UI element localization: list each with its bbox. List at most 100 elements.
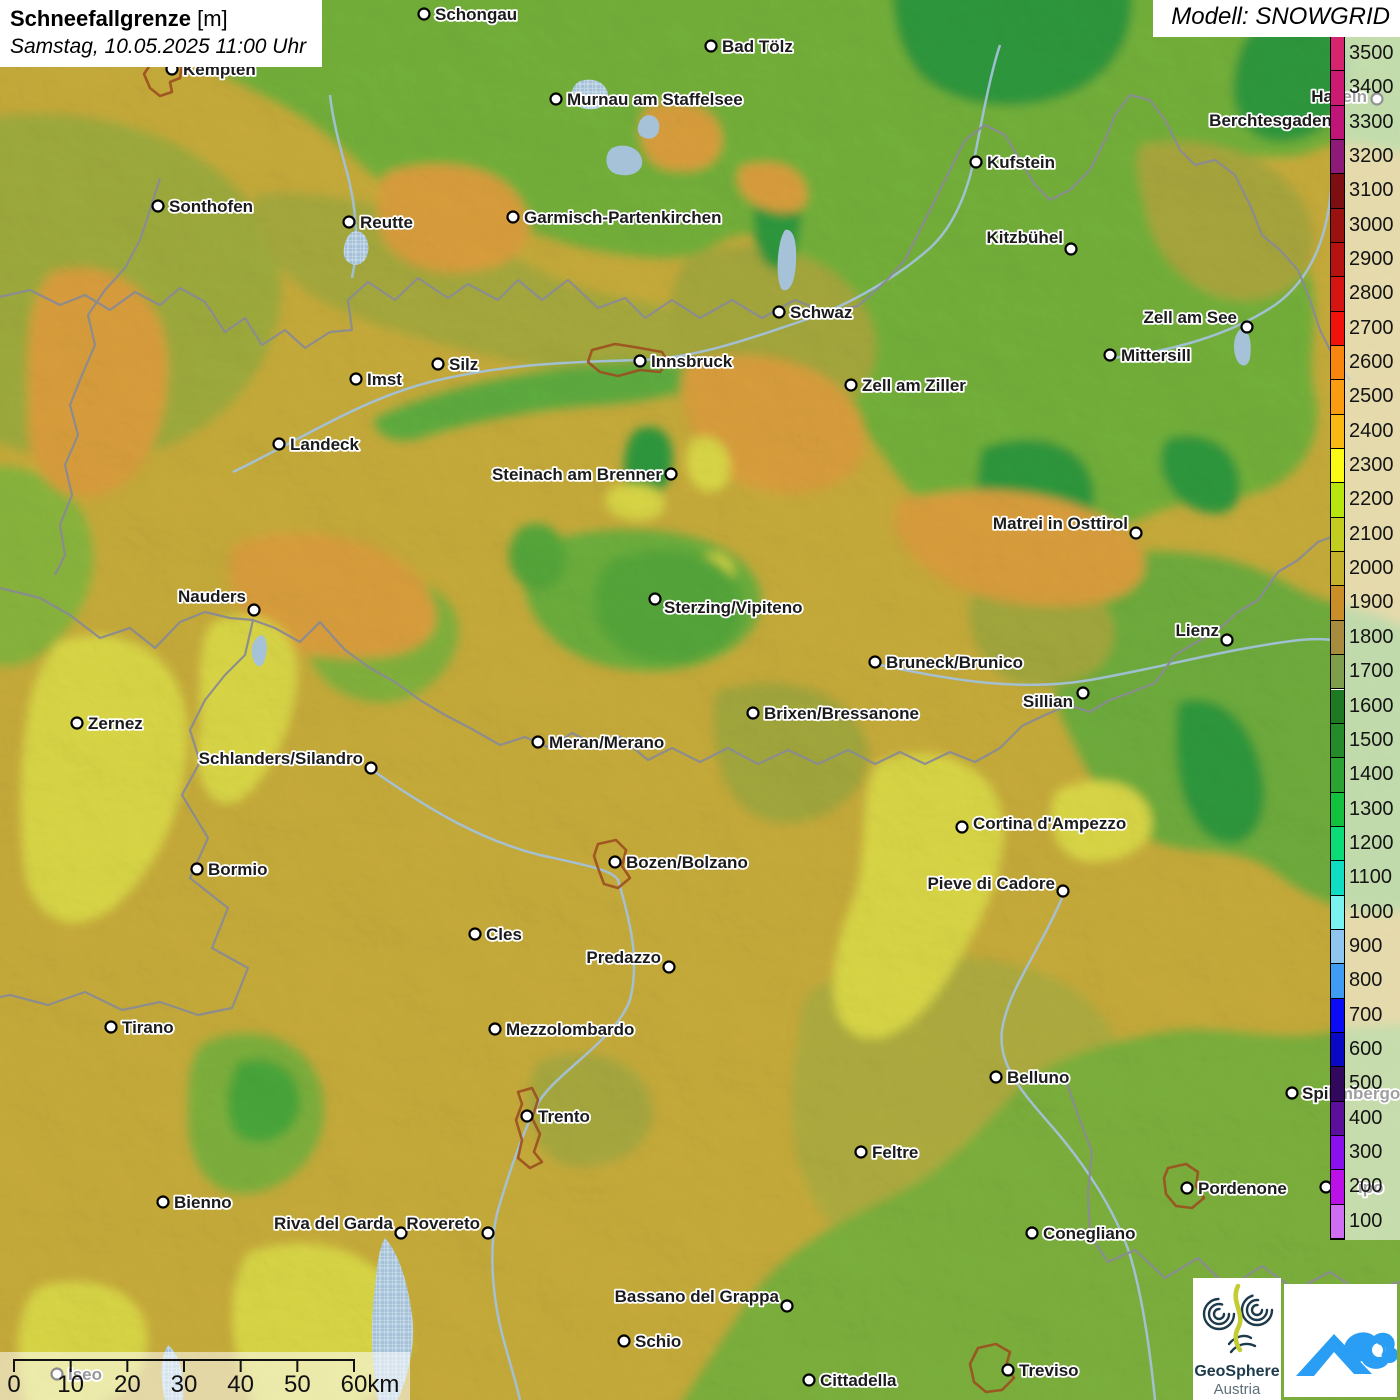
city-marker-steinach-am-brenner [664, 467, 678, 481]
colorbar-tick-label: 1000 [1349, 900, 1394, 923]
city-label-steinach-am-brenner: Steinach am Brenner [492, 465, 662, 484]
city-marker-riva-del-garda [394, 1226, 408, 1240]
colorbar-tick-label: 3400 [1349, 76, 1394, 99]
city-label-murnau-am-staffelsee: Murnau am Staffelsee [567, 90, 743, 109]
colorbar-segment-2100 [1331, 517, 1344, 553]
colorbar-segment-2700 [1331, 311, 1344, 347]
colorbar-tick-label: 3300 [1349, 110, 1394, 133]
city-label-bassano-del-grappa: Bassano del Grappa [615, 1287, 780, 1306]
city-label-trento: Trento [538, 1107, 590, 1126]
city-label-berchtesgaden: Berchtesgaden [1209, 111, 1332, 130]
city-label-bad-t-lz: Bad Tölz [722, 37, 793, 56]
city-label-schwaz: Schwaz [790, 303, 852, 322]
colorbar-segment-2000 [1331, 552, 1344, 587]
colorbar-segment-300 [1331, 1135, 1344, 1171]
colorbar-segment-200 [1331, 1170, 1344, 1205]
city-label-tirano: Tirano [122, 1018, 174, 1037]
page-title: Schneefallgrenze [m] [10, 6, 306, 32]
scale-bar-label: 0 [7, 1371, 21, 1398]
city-marker-bozen-bolzano [608, 855, 622, 869]
colorbar-tick-label: 2300 [1349, 454, 1394, 477]
city-marker-mezzolombardo [488, 1022, 502, 1036]
colorbar-segment-3500 [1331, 37, 1344, 72]
city-marker-treviso [1001, 1363, 1015, 1377]
colorbar-segment-3100 [1331, 174, 1344, 209]
elevation-colorbar [1330, 36, 1345, 1240]
city-label-bozen-bolzano: Bozen/Bolzano [626, 853, 748, 872]
colorbar-segment-3400 [1331, 71, 1344, 106]
city-marker-reutte [342, 215, 356, 229]
city-marker-landeck [272, 437, 286, 451]
colorbar-tick-label: 2600 [1349, 351, 1394, 374]
city-label-treviso: Treviso [1019, 1361, 1079, 1380]
city-label-imst: Imst [367, 370, 402, 389]
city-marker-brixen-bressanone [746, 706, 760, 720]
geosphere-logo-text: GeoSphere [1194, 1363, 1280, 1380]
city-marker-sterzing-vipiteno [648, 592, 662, 606]
colorbar-segment-1400 [1331, 758, 1344, 793]
city-label-feltre: Feltre [872, 1143, 918, 1162]
colorbar-segment-1200 [1331, 826, 1344, 862]
city-marker-schio [617, 1334, 631, 1348]
city-label-reutte: Reutte [360, 213, 413, 232]
colorbar-segment-1000 [1331, 895, 1344, 930]
city-marker-cles [468, 927, 482, 941]
city-label-bruneck-brunico: Bruneck/Brunico [886, 653, 1023, 672]
city-marker-bad-t-lz [704, 39, 718, 53]
colorbar-tick-label: 1600 [1349, 694, 1394, 717]
colorbar-tick-label: 2400 [1349, 419, 1394, 442]
colorbar-tick-label: 700 [1349, 1003, 1383, 1026]
colorbar-tick-label: 600 [1349, 1037, 1383, 1060]
colorbar-tick-label: 1900 [1349, 591, 1394, 614]
colorbar-segment-2900 [1331, 243, 1344, 278]
colorbar-tick-label: 200 [1349, 1175, 1383, 1198]
colorbar-segment-700 [1331, 998, 1344, 1033]
city-label-schio: Schio [635, 1332, 681, 1351]
city-marker-silz [431, 357, 445, 371]
city-label-cittadella: Cittadella [820, 1371, 897, 1390]
map-title-panel: Schneefallgrenze [m] Samstag, 10.05.2025… [0, 0, 323, 67]
colorbar-tick-label: 300 [1349, 1140, 1383, 1163]
geosphere-logo: GeoSphere Austria [1193, 1278, 1281, 1400]
colorbar-tick-label: 2800 [1349, 282, 1394, 305]
city-marker-zernez [70, 716, 84, 730]
city-label-schongau: Schongau [435, 5, 517, 24]
city-marker-kitzb-hel [1064, 242, 1078, 256]
city-marker-bruneck-brunico [868, 655, 882, 669]
colorbar-tick-label: 1200 [1349, 831, 1394, 854]
city-label-schlanders-silandro: Schlanders/Silandro [199, 749, 363, 768]
city-marker-zell-am-ziller [844, 378, 858, 392]
city-label-matrei-in-osttirol: Matrei in Osttirol [993, 514, 1128, 533]
city-label-zell-am-see: Zell am See [1143, 308, 1237, 327]
city-marker-sonthofen [151, 199, 165, 213]
colorbar-tick-label: 2200 [1349, 488, 1394, 511]
colorbar-tick-label: 2000 [1349, 557, 1394, 580]
city-label-mezzolombardo: Mezzolombardo [506, 1020, 634, 1039]
city-marker-feltre [854, 1145, 868, 1159]
city-marker-cittadella [802, 1373, 816, 1387]
city-label-rovereto: Rovereto [406, 1214, 480, 1233]
colorbar-segment-800 [1331, 964, 1344, 999]
city-label-nauders: Nauders [178, 587, 246, 606]
city-label-belluno: Belluno [1007, 1068, 1069, 1087]
city-label-bienno: Bienno [174, 1193, 232, 1212]
city-label-meran-merano: Meran/Merano [549, 733, 664, 752]
city-label-silz: Silz [449, 355, 478, 374]
map-title-unit: [m] [197, 6, 228, 31]
city-label-bormio: Bormio [208, 860, 268, 879]
colorbar-segment-1100 [1331, 861, 1344, 896]
colorbar-tick-label: 900 [1349, 934, 1383, 957]
map-title-text: Schneefallgrenze [10, 6, 191, 31]
city-marker-zell-am-see [1240, 320, 1254, 334]
geosphere-logo-subtext: Austria [1213, 1381, 1261, 1398]
city-marker-meran-merano [531, 735, 545, 749]
city-marker-pieve-di-cadore [1056, 884, 1070, 898]
colorbar-segment-1600 [1331, 689, 1344, 724]
city-marker-schlanders-silandro [364, 761, 378, 775]
city-label-mittersill: Mittersill [1121, 346, 1191, 365]
snowfall-line-map: Schongau Bad Tölz Kempten Murnau am Staffel… [0, 0, 1400, 1400]
city-label-kufstein: Kufstein [987, 153, 1055, 172]
colorbar-tick-label: 400 [1349, 1106, 1383, 1129]
city-marker-sillian [1076, 686, 1090, 700]
city-label-predazzo: Predazzo [586, 948, 661, 967]
